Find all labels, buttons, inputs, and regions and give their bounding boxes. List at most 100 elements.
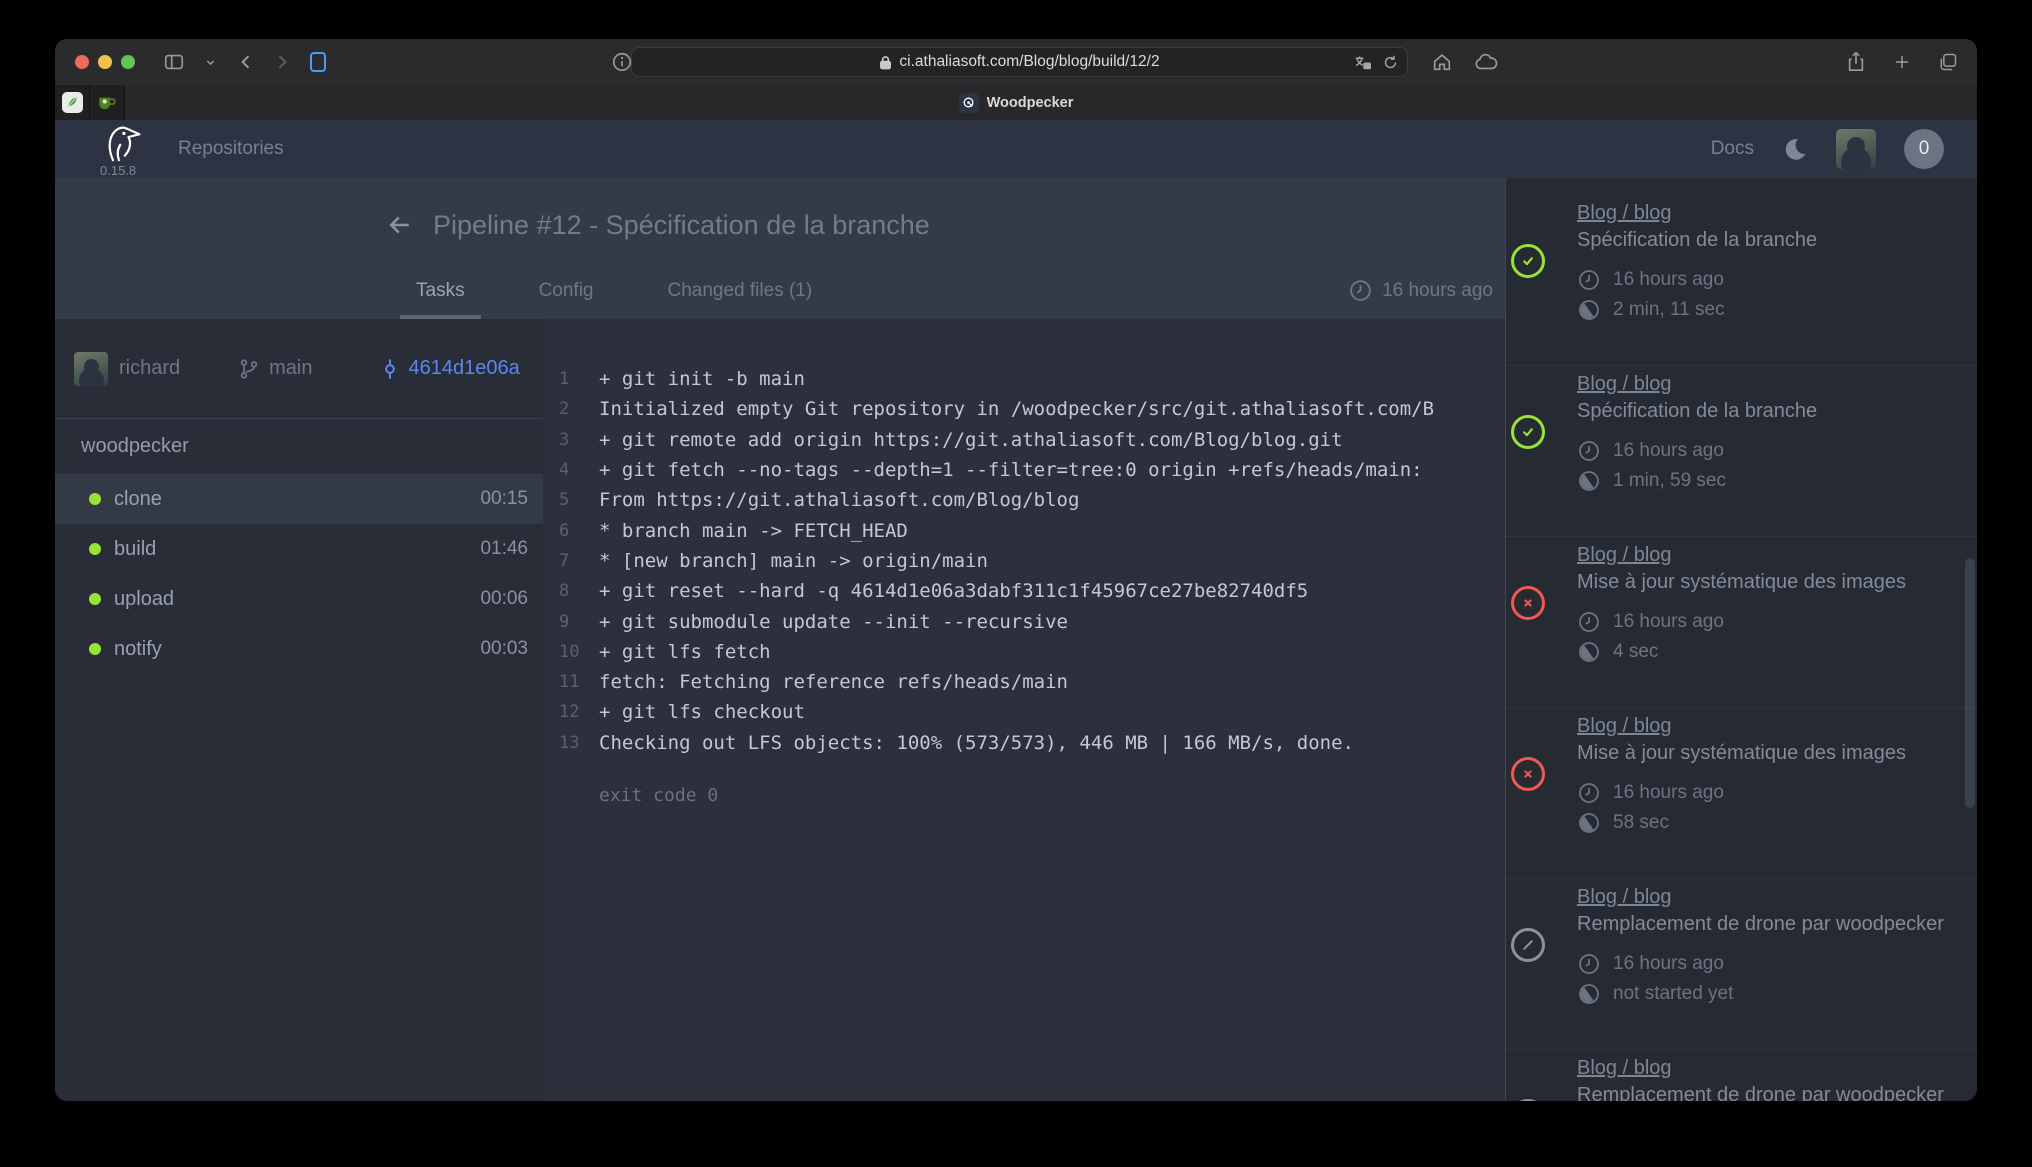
- line-number: 12: [559, 702, 599, 722]
- pipeline-header: Pipeline #12 - Spécification de la branc…: [55, 178, 1505, 319]
- commit-hash-link[interactable]: 4614d1e06a: [409, 357, 520, 380]
- dark-mode-moon-icon[interactable]: [1782, 136, 1808, 162]
- forward-button[interactable]: [267, 47, 297, 77]
- recent-pipelines-sidebar: Blog / blog Spécification de la branche …: [1505, 178, 1977, 1101]
- pipeline-duration: 4 sec: [1577, 637, 1957, 667]
- pipeline-list-item[interactable]: Blog / blog Remplacement de drone par wo…: [1506, 879, 1977, 1050]
- duration-icon: [1577, 640, 1601, 664]
- pipeline-status-icon: [1511, 415, 1545, 449]
- pipeline-status-icon: [1511, 1099, 1545, 1101]
- step-row[interactable]: build 01:46: [55, 524, 543, 574]
- nav-docs[interactable]: Docs: [1711, 138, 1754, 160]
- step-duration: 00:06: [480, 588, 528, 610]
- step-duration: 00:15: [480, 488, 528, 510]
- pipeline-list-item[interactable]: Blog / blog Spécification de la branche …: [1506, 195, 1977, 366]
- step-duration: 00:03: [480, 638, 528, 660]
- repo-link[interactable]: Blog / blog: [1577, 714, 1672, 738]
- pipeline-tab[interactable]: Config: [523, 262, 610, 319]
- console-line: 3 + git remote add origin https://git.at…: [559, 425, 1505, 455]
- line-number: 1: [559, 369, 599, 389]
- commit-message: Remplacement de drone par woodpecker: [1577, 909, 1957, 939]
- commit-icon: [379, 358, 401, 380]
- reload-icon[interactable]: [1382, 54, 1399, 71]
- back-button[interactable]: [231, 47, 261, 77]
- notification-badge[interactable]: 0: [1904, 129, 1944, 169]
- line-number: 11: [559, 672, 599, 692]
- commit-message: Mise à jour systématique des images: [1577, 567, 1957, 597]
- translate-icon[interactable]: [1353, 54, 1372, 71]
- workflow-name: woodpecker: [55, 419, 543, 474]
- pipeline-tab[interactable]: Tasks: [400, 262, 481, 319]
- line-number: 7: [559, 551, 599, 571]
- reader-page-icon[interactable]: [303, 47, 333, 77]
- pipeline-tabs: 16 hours ago Tasks Config Changed files …: [55, 262, 1505, 319]
- close-window-button[interactable]: [75, 55, 89, 69]
- line-number: 2: [559, 399, 599, 419]
- line-number: 9: [559, 612, 599, 632]
- commit-message: Remplacement de drone par woodpecker: [1577, 1080, 1957, 1101]
- step-row[interactable]: upload 00:06: [55, 574, 543, 624]
- line-number: 6: [559, 521, 599, 541]
- tab-overview-icon[interactable]: [1933, 47, 1963, 77]
- step-row[interactable]: notify 00:03: [55, 624, 543, 674]
- clock-icon: [1577, 439, 1601, 463]
- pipeline-time: 16 hours ago: [1577, 607, 1957, 637]
- pipeline-created-time: 16 hours ago: [1348, 262, 1493, 319]
- woodpecker-logo[interactable]: [100, 122, 160, 167]
- pipeline-tab[interactable]: Changed files (1): [652, 262, 829, 319]
- pipeline-status-icon: [1511, 757, 1545, 791]
- home-icon[interactable]: [1427, 47, 1457, 77]
- repo-link[interactable]: Blog / blog: [1577, 543, 1672, 567]
- commit-message: Spécification de la branche: [1577, 225, 1957, 255]
- zoom-window-button[interactable]: [121, 55, 135, 69]
- woodpecker-favicon: [959, 93, 979, 113]
- clock-icon: [1577, 610, 1601, 634]
- duration-icon: [1577, 982, 1601, 1006]
- console-line: 6 * branch main -> FETCH_HEAD: [559, 515, 1505, 545]
- branch-icon: [238, 358, 260, 380]
- pipeline-duration: 1 min, 59 sec: [1577, 466, 1957, 496]
- browser-window: ci.athaliasoft.com/Blog/blog/build/12/2: [55, 39, 1977, 1101]
- chevron-down-icon[interactable]: [195, 47, 225, 77]
- back-arrow-button[interactable]: [385, 210, 415, 240]
- console-line: 11 fetch: Fetching reference refs/heads/…: [559, 667, 1505, 697]
- pipeline-list-item[interactable]: Blog / blog Remplacement de drone par wo…: [1506, 1050, 1977, 1101]
- pipeline-meta-panel: richard main 4614d1e06a woodpecker: [55, 319, 543, 1101]
- pipeline-list-item[interactable]: Blog / blog Spécification de la branche …: [1506, 366, 1977, 537]
- duration-icon: [1577, 469, 1601, 493]
- step-status-dot: [89, 493, 101, 505]
- icloud-tabs-icon[interactable]: [1471, 47, 1501, 77]
- repo-link[interactable]: Blog / blog: [1577, 1056, 1672, 1080]
- step-status-dot: [89, 643, 101, 655]
- pipeline-time: 16 hours ago: [1577, 949, 1957, 979]
- pipeline-time: 16 hours ago: [1577, 436, 1957, 466]
- repo-link[interactable]: Blog / blog: [1577, 201, 1672, 225]
- repo-link[interactable]: Blog / blog: [1577, 885, 1672, 909]
- line-number: 5: [559, 490, 599, 510]
- nav-repositories[interactable]: Repositories: [178, 120, 284, 178]
- repo-link[interactable]: Blog / blog: [1577, 372, 1672, 396]
- traffic-lights: [75, 55, 135, 69]
- browser-toolbar: ci.athaliasoft.com/Blog/blog/build/12/2: [55, 39, 1977, 85]
- pipeline-status-icon: [1511, 586, 1545, 620]
- line-number: 13: [559, 733, 599, 753]
- commit-message: Mise à jour systématique des images: [1577, 738, 1957, 768]
- user-avatar[interactable]: [1836, 129, 1876, 169]
- step-row[interactable]: clone 00:15: [55, 474, 543, 524]
- lock-icon: [879, 55, 892, 70]
- sidebar-toggle-icon[interactable]: [159, 47, 189, 77]
- pipeline-list-item[interactable]: Blog / blog Mise à jour systématique des…: [1506, 537, 1977, 708]
- new-tab-icon[interactable]: [1887, 47, 1917, 77]
- pipeline-duration: 58 sec: [1577, 808, 1957, 838]
- commit-message: Spécification de la branche: [1577, 396, 1957, 426]
- clock-icon: [1577, 952, 1601, 976]
- line-number: 3: [559, 430, 599, 450]
- step-status-dot: [89, 593, 101, 605]
- share-icon[interactable]: [1841, 47, 1871, 77]
- pipeline-status-icon: [1511, 244, 1545, 278]
- console-line: 1 + git init -b main: [559, 364, 1505, 394]
- minimize-window-button[interactable]: [98, 55, 112, 69]
- active-tab-title: Woodpecker: [55, 85, 1977, 120]
- address-bar[interactable]: ci.athaliasoft.com/Blog/blog/build/12/2: [631, 47, 1408, 77]
- pipeline-list-item[interactable]: Blog / blog Mise à jour systématique des…: [1506, 708, 1977, 879]
